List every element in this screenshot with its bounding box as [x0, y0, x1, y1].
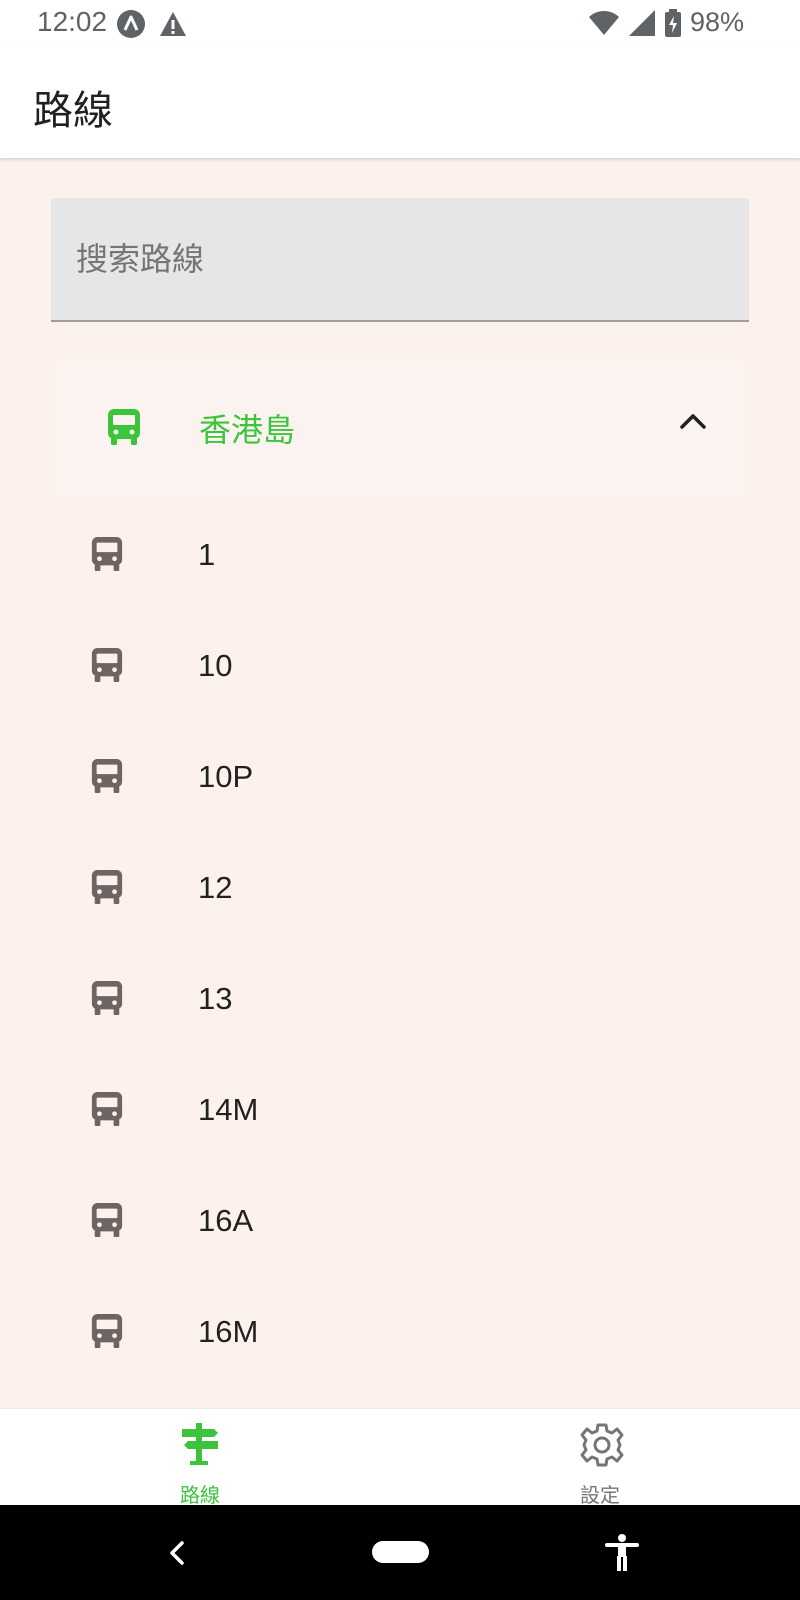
- bus-icon: [91, 648, 123, 682]
- bus-icon: [91, 759, 123, 793]
- bus-icon: [91, 981, 123, 1015]
- route-number: 1: [198, 537, 216, 572]
- status-time: 12:02: [37, 6, 108, 37]
- bus-icon: [91, 537, 123, 571]
- region-label: 香港島: [199, 412, 296, 448]
- notification-a-icon: [117, 10, 145, 38]
- route-number: 16A: [198, 1203, 254, 1238]
- route-number: 13: [198, 981, 233, 1016]
- status-system-icons: 98%: [588, 7, 744, 38]
- bus-icon: [108, 409, 140, 445]
- route-number: 14M: [198, 1092, 259, 1127]
- gear-icon: [580, 1423, 624, 1467]
- nav-tab-label: 路線: [180, 1485, 220, 1507]
- system-navigation-bar: [0, 1505, 800, 1600]
- route-number: 12: [198, 870, 233, 905]
- nav-tab-routes[interactable]: 路線: [0, 1409, 400, 1507]
- bus-icon: [91, 1203, 123, 1237]
- bottom-navigation: 路線 設定: [0, 1408, 800, 1507]
- route-list: 1 10 10P 12 13 14M 16A 16M: [0, 500, 800, 1388]
- battery-charging-icon: [664, 8, 681, 37]
- route-list-item[interactable]: 12: [0, 833, 800, 944]
- route-list-item[interactable]: 16M: [0, 1277, 800, 1388]
- status-notification-icons: [116, 9, 188, 39]
- route-number: 10P: [198, 759, 254, 794]
- route-number: 10: [198, 648, 233, 683]
- nav-tab-label: 設定: [580, 1485, 620, 1507]
- bus-icon: [91, 870, 123, 904]
- search-input[interactable]: [51, 198, 749, 320]
- home-pill-button[interactable]: [372, 1541, 429, 1563]
- route-number: 16M: [198, 1314, 259, 1349]
- accessibility-icon[interactable]: [604, 1533, 640, 1573]
- page-title: 路線: [33, 89, 113, 133]
- cellular-signal-icon: [628, 9, 655, 36]
- warning-icon: [160, 12, 186, 36]
- route-list-item[interactable]: 1: [0, 500, 800, 611]
- bus-icon: [91, 1314, 123, 1348]
- status-bar: 12:02 98%: [0, 0, 800, 48]
- bus-icon: [91, 1092, 123, 1126]
- route-list-item[interactable]: 10: [0, 611, 800, 722]
- app-bar: 路線: [0, 48, 800, 158]
- nav-tab-settings[interactable]: 設定: [400, 1409, 800, 1507]
- back-icon[interactable]: [166, 1539, 188, 1567]
- battery-percentage: 98%: [689, 7, 744, 37]
- route-list-item[interactable]: 10P: [0, 722, 800, 833]
- chevron-up-icon[interactable]: [678, 411, 708, 431]
- signpost-icon: [182, 1423, 218, 1465]
- wifi-icon: [588, 10, 619, 35]
- route-list-item[interactable]: 14M: [0, 1055, 800, 1166]
- region-header-hong-kong-island[interactable]: 香港島: [51, 359, 749, 497]
- route-list-item[interactable]: 13: [0, 944, 800, 1055]
- search-field[interactable]: [51, 198, 749, 322]
- route-list-item[interactable]: 16A: [0, 1166, 800, 1277]
